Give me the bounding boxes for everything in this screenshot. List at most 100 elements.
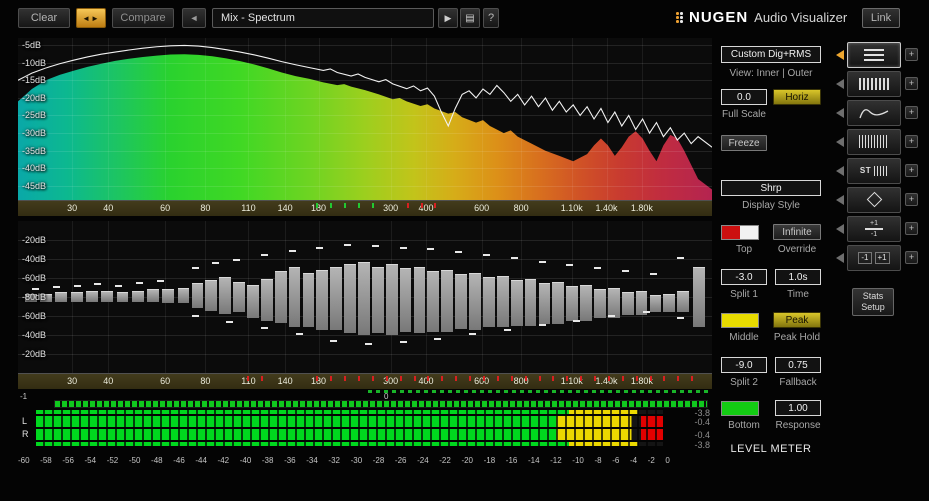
add-view-button[interactable]: + (905, 193, 918, 206)
peak-hold-mark (455, 251, 463, 254)
peak-hold-mark (399, 341, 407, 344)
add-view-button[interactable]: + (905, 222, 918, 235)
signal-tick (316, 203, 319, 208)
view-button-histogram[interactable] (847, 128, 901, 155)
peak-hold-mark (52, 286, 60, 289)
top-color-swatch[interactable] (721, 224, 759, 240)
slot-arrow-icon[interactable] (836, 165, 844, 176)
view-button-correlation[interactable]: +1 -1 (847, 215, 901, 242)
meter-preset-select[interactable]: Custom Dig+RMS (721, 46, 821, 63)
split1-field[interactable]: -3.0 (721, 269, 767, 285)
peak-hold-mark (573, 319, 581, 322)
clip-tick (399, 376, 402, 381)
peak-hold-mark (260, 254, 268, 257)
compare-button[interactable]: Compare (112, 8, 174, 28)
histogram-bar (469, 272, 481, 331)
view-slot-vectorscope: + (836, 185, 928, 214)
histogram-bar (580, 284, 592, 322)
display-style-label: Display Style (742, 200, 800, 211)
clip-tick (621, 376, 624, 381)
histogram-bar (260, 278, 273, 322)
freeze-button[interactable]: Freeze (721, 135, 767, 151)
slot-arrow-icon[interactable] (836, 136, 844, 147)
slot-arrow-icon[interactable] (836, 49, 844, 60)
view-slot-histogram: + (836, 127, 928, 156)
view-button-phase[interactable]: -1 +1 (847, 244, 901, 271)
full-scale-label: Full Scale (722, 109, 766, 120)
view-button-spectrum[interactable] (847, 99, 901, 126)
fallback-field[interactable]: 0.75 (775, 357, 821, 373)
peak-hold-mark (344, 243, 352, 246)
view-mode-label[interactable]: View: Inner | Outer (721, 68, 821, 79)
gridline (18, 185, 712, 187)
view-button-level-meter[interactable] (847, 41, 901, 68)
stats-setup-button[interactable]: Stats Setup (852, 288, 894, 316)
scale-label: -44 (195, 456, 207, 465)
view-button-bar-meter[interactable] (847, 70, 901, 97)
view-slot-phase: -1 +1 + (836, 243, 928, 272)
scale-label: -16 (505, 456, 518, 465)
clip-tick (434, 203, 437, 208)
db-axis-label: -60dB (22, 311, 47, 321)
display-style-select[interactable]: Shrp (721, 180, 821, 196)
histogram-panel[interactable]: -20dB -40dB -60dB -80dB -60dB -40dB -20dB 30 40… (18, 221, 712, 389)
slot-arrow-icon[interactable] (836, 194, 844, 205)
add-view-button[interactable]: + (905, 251, 918, 264)
response-field[interactable]: 1.00 (775, 400, 821, 416)
histogram-bar (524, 278, 537, 326)
freq-label: 30 (67, 376, 78, 386)
db-axis-label: -30dB (22, 128, 47, 139)
peak-button[interactable]: Peak (773, 312, 821, 328)
clip-tick (316, 376, 319, 381)
clip-tick (260, 376, 263, 381)
split2-field[interactable]: -9.0 (721, 357, 767, 373)
clip-tick (441, 376, 444, 381)
clip-tick (469, 376, 472, 381)
play-button[interactable]: ▶ (438, 8, 458, 28)
time-field[interactable]: 1.0s (775, 269, 821, 285)
peak-hold-mark (316, 246, 324, 249)
peak-hold-mark (115, 284, 123, 287)
peak-hold-mark (538, 260, 546, 263)
gridline (18, 335, 712, 336)
histogram-bar (621, 292, 634, 316)
slot-arrow-icon[interactable] (836, 252, 844, 263)
preset-list-button[interactable]: ▤ (460, 8, 480, 28)
add-view-button[interactable]: + (905, 106, 918, 119)
peak-hold-label: Peak Hold (773, 332, 821, 343)
db-axis-label: -40dB (22, 254, 47, 264)
bottom-color-swatch[interactable] (721, 400, 759, 416)
slot-arrow-icon[interactable] (836, 78, 844, 89)
freq-label: 600 (474, 203, 490, 213)
peak-hold-mark (482, 254, 490, 257)
add-view-button[interactable]: + (905, 48, 918, 61)
add-view-button[interactable]: + (905, 77, 918, 90)
horiz-button[interactable]: Horiz (773, 89, 821, 105)
clip-tick (635, 376, 638, 381)
histogram-bar (131, 290, 144, 302)
previous-preset-button[interactable]: ◄ (182, 8, 206, 28)
view-button-vectorscope[interactable] (847, 186, 901, 213)
meter-readout: -0.4 (694, 417, 710, 427)
override-label: Override (777, 244, 817, 255)
clear-button[interactable]: Clear (18, 8, 70, 28)
middle-color-swatch[interactable] (721, 312, 759, 328)
slot-arrow-icon[interactable] (836, 223, 844, 234)
brand-suffix: Audio Visualizer (754, 10, 848, 25)
view-slot-level-meter: + (836, 40, 928, 69)
preset-title-field[interactable]: Mix - Spectrum (212, 8, 434, 28)
full-scale-field[interactable]: 0.0 (721, 89, 767, 105)
add-view-button[interactable]: + (905, 164, 918, 177)
ab-swap-button[interactable]: ◄► (76, 8, 106, 28)
add-view-button[interactable]: + (905, 135, 918, 148)
signal-tick (344, 203, 347, 208)
link-button[interactable]: Link (862, 8, 900, 28)
clip-tick (566, 376, 569, 381)
view-button-stereo[interactable]: ST (847, 157, 901, 184)
help-button[interactable]: ? (483, 8, 499, 28)
spectrum-analyzer-panel[interactable]: -5dB -10dB -15dB -20dB -25dB -30dB -35dB -40dB -… (18, 38, 712, 216)
slot-arrow-icon[interactable] (836, 107, 844, 118)
histogram-bar (247, 284, 259, 319)
db-axis-label: -20dB (22, 235, 47, 245)
override-button[interactable]: Infinite (773, 224, 821, 240)
